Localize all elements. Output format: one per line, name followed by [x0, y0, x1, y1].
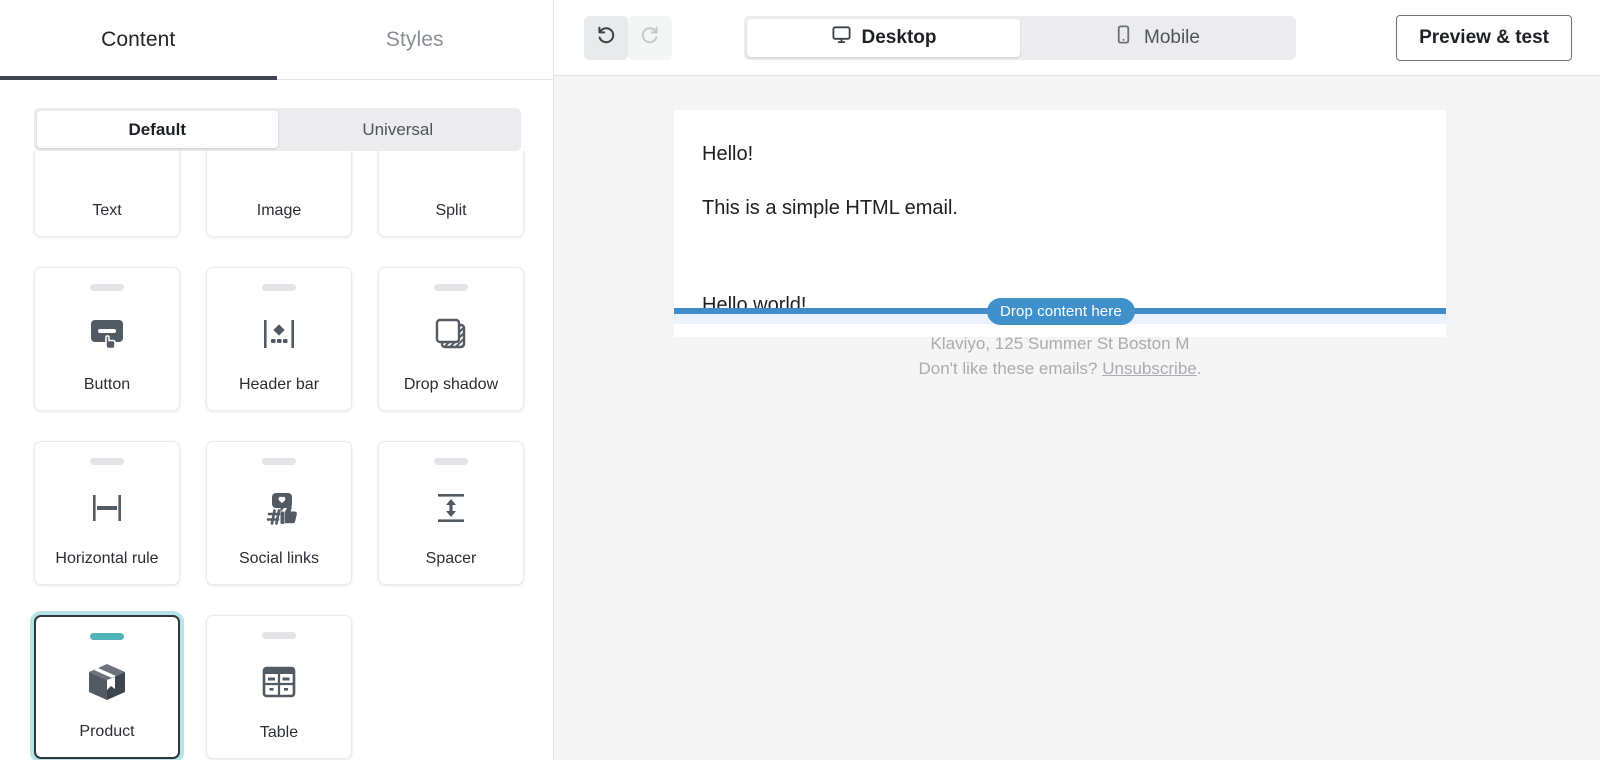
block-card-social-links[interactable]: Social links — [206, 441, 352, 585]
table-icon — [256, 639, 302, 724]
social-links-icon — [256, 465, 302, 550]
redo-icon — [639, 24, 661, 51]
block-label: Button — [84, 376, 130, 394]
drop-content-here-badge: Drop content here — [987, 298, 1135, 325]
device-preview-toggle: Desktop Mobile — [744, 16, 1296, 60]
block-card-drop-shadow[interactable]: Drop shadow — [378, 267, 524, 411]
undo-button[interactable] — [584, 16, 628, 60]
email-footer-address: Klaviyo, 125 Summer St Boston M — [674, 332, 1446, 357]
tab-content[interactable]: Content — [0, 0, 277, 79]
block-source-toggle: Default Universal — [34, 108, 521, 151]
horizontal-rule-icon — [84, 465, 130, 550]
email-canvas[interactable]: Hello! This is a simple HTML email. Hell… — [554, 76, 1600, 760]
content-sidebar: Content Styles Default Universal — [0, 0, 554, 760]
segment-default-label: Default — [128, 120, 186, 140]
drag-handle-icon[interactable] — [90, 284, 124, 291]
drag-handle-icon[interactable] — [90, 458, 124, 465]
email-editor-app: Content Styles Default Universal — [0, 0, 1600, 760]
block-label: Social links — [239, 550, 319, 568]
block-label: Product — [79, 723, 134, 741]
phone-icon — [1113, 24, 1134, 51]
block-card-text[interactable]: Text — [34, 151, 180, 237]
block-card-image[interactable]: Image — [206, 151, 352, 237]
block-card-split[interactable]: Split — [378, 151, 524, 237]
editor-main: Desktop Mobile Preview & test — [554, 0, 1600, 760]
product-box-icon — [82, 640, 132, 723]
block-label: Horizontal rule — [55, 550, 158, 568]
email-text-line[interactable]: Hello! — [702, 144, 1418, 164]
block-label: Split — [435, 202, 466, 220]
block-card-product[interactable]: Product — [34, 615, 180, 759]
unsub-prefix: Don't like these emails? — [919, 359, 1103, 378]
drag-handle-icon[interactable] — [262, 632, 296, 639]
block-label: Table — [260, 724, 298, 742]
device-desktop-label: Desktop — [862, 27, 937, 49]
block-label: Image — [257, 202, 301, 220]
segment-universal-label: Universal — [362, 120, 433, 140]
device-desktop-button[interactable]: Desktop — [747, 19, 1020, 57]
drag-handle-icon[interactable] — [262, 284, 296, 291]
unsub-suffix: . — [1197, 359, 1202, 378]
editor-toolbar: Desktop Mobile Preview & test — [554, 0, 1600, 76]
block-card-button[interactable]: Button — [34, 267, 180, 411]
device-mobile-label: Mobile — [1144, 27, 1200, 49]
drop-shadow-icon — [428, 291, 474, 376]
drag-handle-icon[interactable] — [90, 633, 124, 640]
spacer-icon — [428, 465, 474, 550]
block-card-header-bar[interactable]: Header bar — [206, 267, 352, 411]
drag-handle-icon[interactable] — [434, 284, 468, 291]
blocks-scroll-area[interactable]: Text Image Split — [0, 151, 553, 760]
email-footer-unsubscribe: Don't like these emails? Unsubscribe. — [674, 357, 1446, 382]
drag-handle-icon[interactable] — [262, 458, 296, 465]
preview-and-test-button[interactable]: Preview & test — [1396, 15, 1572, 61]
block-label: Drop shadow — [404, 376, 498, 394]
block-card-spacer[interactable]: Spacer — [378, 441, 524, 585]
monitor-icon — [831, 24, 852, 51]
email-footer: Klaviyo, 125 Summer St Boston M Don't li… — [674, 332, 1446, 381]
preview-and-test-label: Preview & test — [1419, 27, 1549, 49]
unsubscribe-link[interactable]: Unsubscribe — [1102, 359, 1197, 378]
block-label: Spacer — [426, 550, 477, 568]
button-icon — [84, 291, 130, 376]
sidebar-tabbar: Content Styles — [0, 0, 553, 80]
block-source-toggle-wrap: Default Universal — [0, 80, 553, 151]
tab-styles-label: Styles — [386, 28, 444, 52]
block-label: Header bar — [239, 376, 319, 394]
blocks-grid: Text Image Split — [34, 151, 519, 759]
undo-icon — [595, 24, 617, 51]
drop-content-here-label: Drop content here — [1000, 303, 1122, 320]
block-card-table[interactable]: Table — [206, 615, 352, 759]
segment-default[interactable]: Default — [37, 111, 278, 148]
block-label: Text — [92, 202, 121, 220]
header-bar-icon — [256, 291, 302, 376]
segment-universal[interactable]: Universal — [278, 111, 519, 148]
block-card-horizontal-rule[interactable]: Horizontal rule — [34, 441, 180, 585]
tab-styles[interactable]: Styles — [277, 0, 554, 79]
drag-handle-icon[interactable] — [434, 458, 468, 465]
device-mobile-button[interactable]: Mobile — [1020, 19, 1293, 57]
tab-content-label: Content — [101, 28, 175, 52]
email-text-line[interactable]: This is a simple HTML email. — [702, 198, 1418, 218]
redo-button — [628, 16, 672, 60]
